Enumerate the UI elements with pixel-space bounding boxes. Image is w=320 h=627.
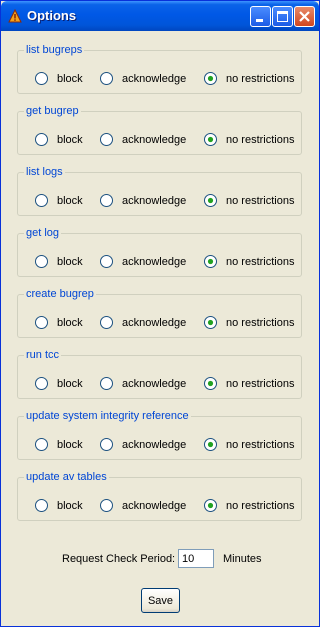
radio-option-label: no restrictions [226,195,295,207]
options-content: list bugreps block acknowledge no restricti… [4,31,316,624]
radio-option-label: block [57,256,83,268]
radio-button[interactable] [204,316,217,329]
radio-button[interactable] [204,499,217,512]
permission-group: create bugrep block acknowledge no restrict… [17,287,302,338]
radio-option-label: block [57,195,83,207]
request-check-period-label: Request Check Period: [62,553,176,565]
radio-option-label: acknowledge [122,378,187,390]
radio-option-label: block [57,378,83,390]
permission-group: update system integrity reference block ac… [17,409,302,460]
radio-option-label: acknowledge [122,439,187,451]
radio-button[interactable] [204,194,217,207]
permission-group-label: list logs [24,165,65,179]
triangle-warning-icon [8,8,22,23]
radio-button[interactable] [100,377,113,390]
radio-option-label: no restrictions [226,73,295,85]
radio-option-label: acknowledge [122,73,187,85]
permission-group: get bugrep block acknowledge no restriction… [17,104,302,155]
radio-button[interactable] [35,133,48,146]
permission-group-label: list bugreps [24,43,85,57]
title-bar[interactable]: Options [1,1,319,31]
close-icon [299,11,310,22]
permission-group-label: create bugrep [24,287,96,301]
radio-option-label: block [57,439,83,451]
radio-button[interactable] [35,499,48,512]
radio-option-label: no restrictions [226,134,295,146]
permission-group-label: update av tables [24,470,109,484]
minimize-button[interactable] [250,6,271,27]
radio-button[interactable] [35,316,48,329]
radio-option-label: block [57,73,83,85]
radio-option-label: no restrictions [226,378,295,390]
radio-button[interactable] [100,316,113,329]
maximize-icon [277,11,288,22]
radio-option-label: no restrictions [226,500,295,512]
permission-group-label: update system integrity reference [24,409,191,423]
radio-button[interactable] [204,255,217,268]
radio-option-label: acknowledge [122,195,187,207]
radio-button[interactable] [100,499,113,512]
radio-button[interactable] [100,194,113,207]
permission-group: list bugreps block acknowledge no restricti… [17,43,302,94]
permission-group: run tcc block acknowledge no restrictions [17,348,302,399]
radio-button[interactable] [100,133,113,146]
request-check-period-input[interactable] [178,549,214,568]
radio-option-label: block [57,317,83,329]
radio-option-label: no restrictions [226,439,295,451]
permission-group-label: get log [24,226,62,240]
radio-button[interactable] [204,72,217,85]
maximize-button[interactable] [272,6,293,27]
radio-button[interactable] [35,377,48,390]
save-button[interactable]: Save [141,588,180,613]
radio-option-label: acknowledge [122,256,187,268]
radio-option-label: block [57,134,83,146]
permission-group-label: run tcc [24,348,62,362]
options-window: Options list bugreps block acknowledge no r… [0,0,320,627]
radio-button[interactable] [100,438,113,451]
radio-button[interactable] [204,133,217,146]
close-button[interactable] [294,6,315,27]
permission-group: update av tables block acknowledge no restr… [17,470,302,521]
radio-option-label: block [57,500,83,512]
window-title: Options [27,8,77,23]
radio-button[interactable] [204,438,217,451]
minutes-label: Minutes [223,553,262,565]
radio-button[interactable] [35,72,48,85]
minimize-icon [256,19,263,22]
permission-group: get log block acknowledge no restrictions [17,226,302,277]
radio-button[interactable] [100,255,113,268]
radio-option-label: acknowledge [122,500,187,512]
permission-group: list logs block acknowledge no restrictions [17,165,302,216]
radio-button[interactable] [35,255,48,268]
permission-group-label: get bugrep [24,104,81,118]
radio-button[interactable] [35,194,48,207]
radio-option-label: no restrictions [226,256,295,268]
radio-option-label: acknowledge [122,317,187,329]
radio-option-label: no restrictions [226,317,295,329]
radio-button[interactable] [204,377,217,390]
radio-button[interactable] [100,72,113,85]
radio-option-label: acknowledge [122,134,187,146]
radio-button[interactable] [35,438,48,451]
